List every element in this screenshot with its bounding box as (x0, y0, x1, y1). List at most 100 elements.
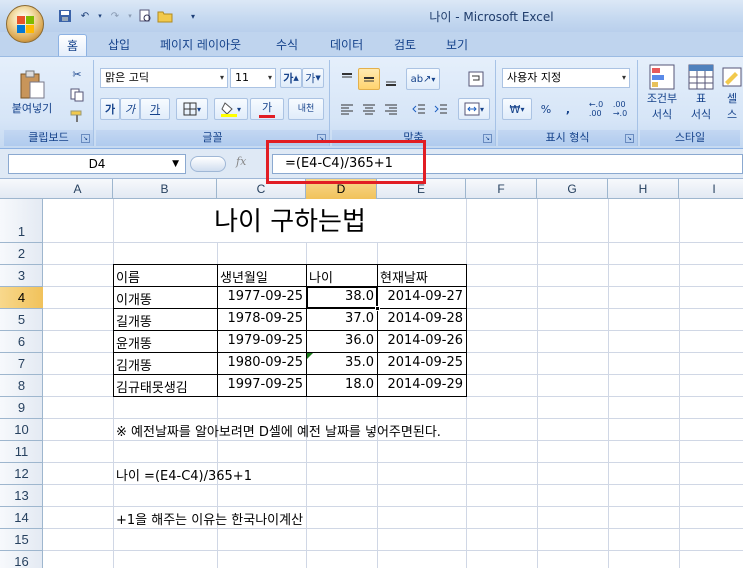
table-row-birthdate[interactable]: 1978-09-25 (218, 311, 303, 326)
grow-font-button[interactable]: 가 ▲ (280, 68, 302, 88)
table-row-birthdate[interactable]: 1977-09-25 (218, 289, 303, 304)
table-row-name[interactable]: 김개똥 (116, 355, 152, 374)
shrink-font-button[interactable]: 가 ▼ (302, 68, 324, 88)
table-row-current-date[interactable]: 2014-09-26 (378, 333, 463, 348)
bold-button[interactable]: 가 (100, 98, 120, 120)
header-current-date[interactable]: 현재날짜 (380, 267, 428, 286)
row-header-11[interactable]: 11 (0, 441, 43, 463)
format-painter-icon[interactable] (66, 105, 88, 127)
decrease-decimal-icon[interactable]: .00 →.0 (608, 98, 632, 120)
note-formula[interactable]: 나이 =(E4-C4)/365+1 (116, 465, 252, 484)
percent-button[interactable]: % (536, 98, 556, 120)
align-bottom-icon[interactable] (380, 68, 402, 90)
column-header-a[interactable]: A (43, 179, 113, 199)
tab-view[interactable]: 보기 (438, 34, 476, 56)
header-name[interactable]: 이름 (116, 267, 140, 286)
column-header-i[interactable]: I (679, 179, 743, 199)
align-middle-icon[interactable] (358, 68, 380, 90)
decrease-indent-icon[interactable] (408, 98, 430, 120)
number-format-select[interactable]: 사용자 지정 ▾ (502, 68, 630, 88)
underline-button[interactable]: 가 (140, 98, 170, 120)
paste-button[interactable]: 붙여넣기 (8, 62, 56, 124)
row-header-14[interactable]: 14 (0, 507, 43, 529)
align-right-icon[interactable] (380, 98, 402, 120)
clipboard-launcher-icon[interactable]: ↘ (81, 134, 90, 143)
note-korean-age[interactable]: +1을 해주는 이유는 한국나이계산 (116, 509, 303, 528)
table-row-birthdate[interactable]: 1979-09-25 (218, 333, 303, 348)
row-header-16[interactable]: 16 (0, 551, 43, 568)
increase-decimal-icon[interactable]: ←.0.00 (584, 98, 608, 120)
table-row-age[interactable]: 36.0 (307, 333, 374, 348)
wrap-text-icon[interactable] (464, 68, 488, 90)
table-row-name[interactable]: 이개똥 (116, 289, 152, 308)
name-box-dropdown-icon[interactable]: ▼ (172, 155, 179, 173)
table-row-birthdate[interactable]: 1980-09-25 (218, 355, 303, 370)
align-top-icon[interactable] (336, 68, 358, 90)
conditional-format-button[interactable]: 조건부 서식 (642, 62, 682, 124)
table-row-name[interactable]: 김규태못생김 (116, 377, 188, 396)
tab-review[interactable]: 검토 (386, 34, 424, 56)
font-color-button[interactable]: 가 (250, 98, 284, 120)
row-header-1[interactable]: 1 (0, 199, 43, 243)
tab-home[interactable]: 홈 (58, 34, 88, 56)
row-header-7[interactable]: 7 (0, 353, 43, 375)
row-header-12[interactable]: 12 (0, 463, 43, 485)
row-header-13[interactable]: 13 (0, 485, 43, 507)
column-header-b[interactable]: B (113, 179, 217, 199)
align-left-icon[interactable] (336, 98, 358, 120)
column-header-f[interactable]: F (466, 179, 537, 199)
table-row-current-date[interactable]: 2014-09-28 (378, 311, 463, 326)
format-as-table-button[interactable]: 표 서식 (684, 62, 718, 124)
tab-data[interactable]: 데이터 (322, 34, 371, 56)
formula-bar-resize-handle[interactable] (190, 156, 226, 172)
cell-styles-button[interactable]: 셀 스 (720, 62, 743, 124)
insert-function-icon[interactable]: fx (236, 155, 246, 168)
cut-icon[interactable]: ✂ (66, 63, 88, 85)
table-row-age[interactable]: 35.0 (307, 355, 374, 370)
note-past-date[interactable]: ※ 예전날짜를 알아보려면 D셀에 예전 날짜를 넣어주면된다. (116, 421, 441, 440)
borders-button[interactable]: ▾ (176, 98, 208, 120)
header-birthdate[interactable]: 생년월일 (220, 267, 268, 286)
currency-button[interactable]: ₩ ▾ (502, 98, 532, 120)
active-cell[interactable] (306, 286, 380, 311)
header-age[interactable]: 나이 (309, 267, 333, 286)
tab-formulas[interactable]: 수식 (268, 34, 306, 56)
table-row-current-date[interactable]: 2014-09-25 (378, 355, 463, 370)
name-box[interactable]: D4 ▼ (8, 154, 186, 174)
table-row-age[interactable]: 37.0 (307, 311, 374, 326)
tab-insert[interactable]: 삽입 (100, 34, 138, 56)
table-row-current-date[interactable]: 2014-09-27 (378, 289, 463, 304)
row-header-6[interactable]: 6 (0, 331, 43, 353)
row-header-4[interactable]: 4 (0, 287, 43, 309)
number-launcher-icon[interactable]: ↘ (625, 134, 634, 143)
fill-color-button[interactable]: ▾ (214, 98, 248, 120)
increase-indent-icon[interactable] (430, 98, 452, 120)
table-row-age[interactable]: 18.0 (307, 377, 374, 392)
column-header-h[interactable]: H (608, 179, 679, 199)
align-center-icon[interactable] (358, 98, 380, 120)
worksheet[interactable]: 나이 구하는법 이름 생년월일 나이 현재날짜 이개똥 1977-09-25 3… (43, 199, 743, 568)
font-size-select[interactable]: 11 ▾ (230, 68, 276, 88)
fill-handle[interactable] (375, 306, 380, 311)
orientation-button[interactable]: ab↗ ▾ (406, 68, 440, 90)
row-header-9[interactable]: 9 (0, 397, 43, 419)
tab-page-layout[interactable]: 페이지 레이아웃 (152, 34, 249, 56)
italic-button[interactable]: 가 (120, 98, 140, 120)
table-row-current-date[interactable]: 2014-09-29 (378, 377, 463, 392)
table-row-name[interactable]: 윤개똥 (116, 333, 152, 352)
row-header-5[interactable]: 5 (0, 309, 43, 331)
comma-button[interactable]: , (560, 98, 576, 120)
row-header-2[interactable]: 2 (0, 243, 43, 265)
column-header-g[interactable]: G (537, 179, 608, 199)
copy-icon[interactable] (66, 84, 88, 106)
row-header-10[interactable]: 10 (0, 419, 43, 441)
phonetic-button[interactable]: 내천 (288, 98, 324, 120)
table-row-birthdate[interactable]: 1997-09-25 (218, 377, 303, 392)
row-header-3[interactable]: 3 (0, 265, 43, 287)
font-name-select[interactable]: 맑은 고딕 ▾ (100, 68, 228, 88)
row-header-8[interactable]: 8 (0, 375, 43, 397)
row-header-15[interactable]: 15 (0, 529, 43, 551)
table-row-name[interactable]: 길개똥 (116, 311, 152, 330)
office-button[interactable] (6, 5, 44, 43)
merge-center-button[interactable]: ▾ (458, 98, 490, 120)
